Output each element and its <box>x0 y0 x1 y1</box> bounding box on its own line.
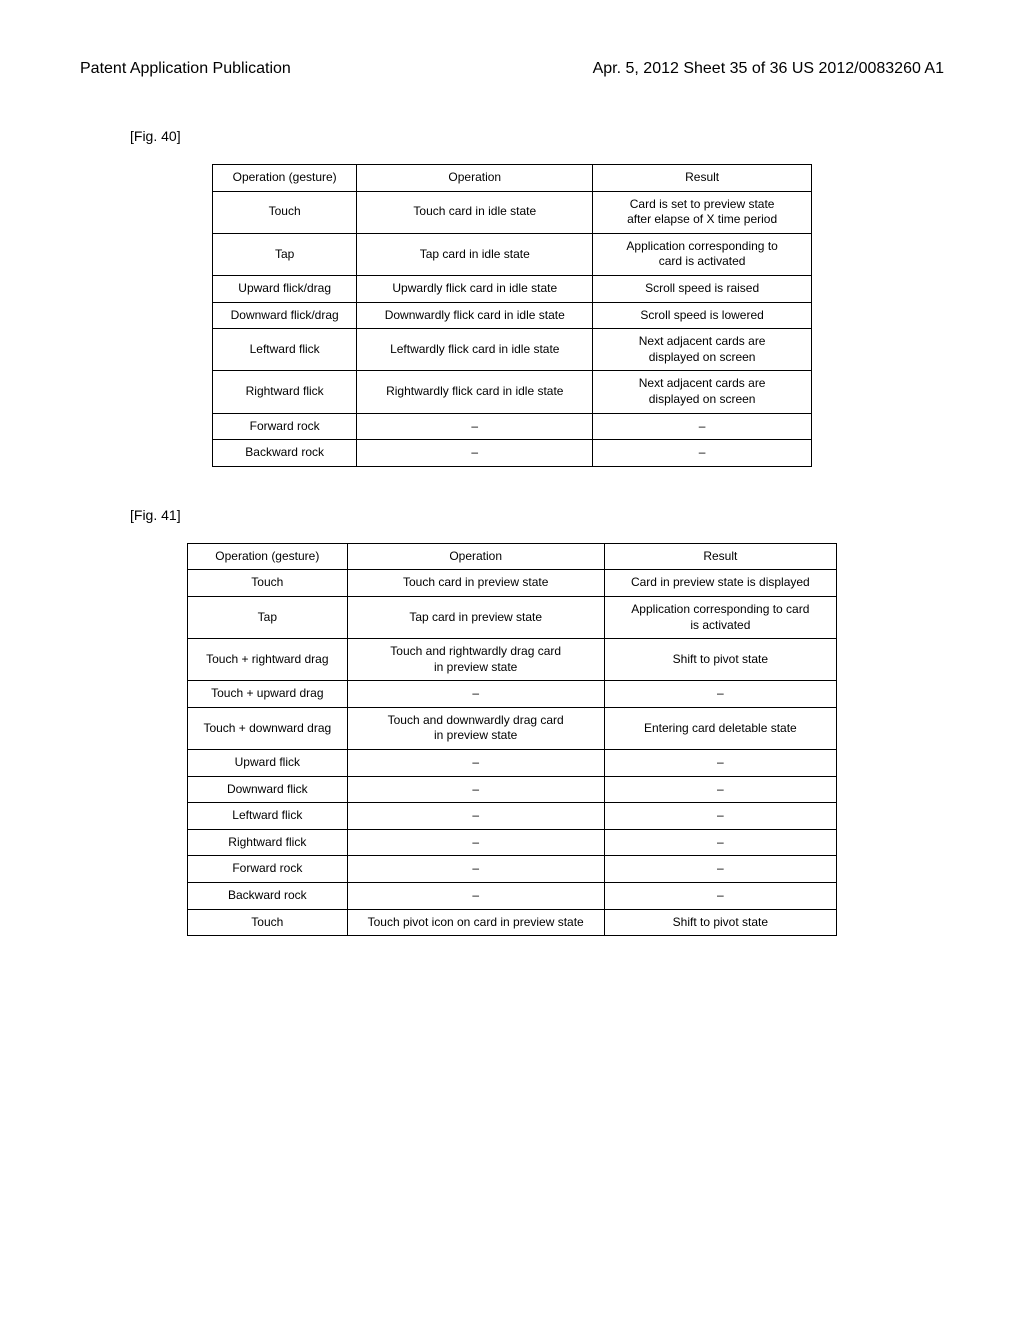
fig40-cell: – <box>357 440 593 467</box>
fig40-cell: Scroll speed is lowered <box>593 302 812 329</box>
fig41-cell: – <box>347 829 604 856</box>
fig41-header-operation: Operation <box>347 543 604 570</box>
fig40-label: [Fig. 40] <box>80 128 944 144</box>
fig41-header-result: Result <box>604 543 836 570</box>
fig41-table: Operation (gesture) Operation Result Tou… <box>187 543 837 937</box>
fig41-cell: Shift to pivot state <box>604 639 836 681</box>
fig40-cell: Upward flick/drag <box>213 275 357 302</box>
fig40-cell: Next adjacent cards aredisplayed on scre… <box>593 329 812 371</box>
fig41-cell: – <box>604 803 836 830</box>
fig40-cell: Backward rock <box>213 440 357 467</box>
fig41-cell: Touch card in preview state <box>347 570 604 597</box>
fig41-cell: Leftward flick <box>188 803 348 830</box>
fig41-cell: – <box>347 883 604 910</box>
fig41-cell: – <box>604 829 836 856</box>
fig41-cell: – <box>604 856 836 883</box>
table-row: TouchTouch card in idle stateCard is set… <box>213 191 812 233</box>
fig41-cell: Tap <box>188 596 348 638</box>
fig41-cell: – <box>604 776 836 803</box>
fig40-cell: Next adjacent cards aredisplayed on scre… <box>593 371 812 413</box>
table-row: Rightward flick–– <box>188 829 837 856</box>
fig41-cell: – <box>604 681 836 708</box>
fig41-cell: Touch and downwardly drag cardin preview… <box>347 707 604 749</box>
fig41-cell: Backward rock <box>188 883 348 910</box>
header-left: Patent Application Publication <box>80 60 291 78</box>
table-row: Leftward flickLeftwardly flick card in i… <box>213 329 812 371</box>
fig40-cell: Card is set to preview stateafter elapse… <box>593 191 812 233</box>
table-row: Backward rock–– <box>213 440 812 467</box>
fig40-cell: Touch <box>213 191 357 233</box>
fig41-cell: Forward rock <box>188 856 348 883</box>
fig41-cell: Rightward flick <box>188 829 348 856</box>
fig40-cell: – <box>593 413 812 440</box>
fig41-cell: Application corresponding to cardis acti… <box>604 596 836 638</box>
fig41-cell: Entering card deletable state <box>604 707 836 749</box>
fig41-label: [Fig. 41] <box>80 507 944 523</box>
table-row: TapTap card in idle stateApplication cor… <box>213 233 812 275</box>
fig41-cell: – <box>347 856 604 883</box>
fig40-cell: Application corresponding tocard is acti… <box>593 233 812 275</box>
fig41-cell: Touch pivot icon on card in preview stat… <box>347 909 604 936</box>
fig41-cell: – <box>347 776 604 803</box>
fig40-cell: Leftwardly flick card in idle state <box>357 329 593 371</box>
table-row: Rightward flickRightwardly flick card in… <box>213 371 812 413</box>
fig40-cell: Downward flick/drag <box>213 302 357 329</box>
fig41-cell: Touch + downward drag <box>188 707 348 749</box>
fig41-cell: Downward flick <box>188 776 348 803</box>
fig40-cell: – <box>357 413 593 440</box>
fig40-cell: Upwardly flick card in idle state <box>357 275 593 302</box>
fig41-cell: Touch <box>188 909 348 936</box>
fig41-cell: Tap card in preview state <box>347 596 604 638</box>
fig40-table: Operation (gesture) Operation Result Tou… <box>212 164 812 467</box>
fig40-cell: Touch card in idle state <box>357 191 593 233</box>
table-row: Upward flick–– <box>188 750 837 777</box>
fig41-cell: Card in preview state is displayed <box>604 570 836 597</box>
page-header: Patent Application Publication Apr. 5, 2… <box>80 40 944 88</box>
table-row: Touch + rightward dragTouch and rightwar… <box>188 639 837 681</box>
table-row: Touch + downward dragTouch and downwardl… <box>188 707 837 749</box>
fig40-cell: – <box>593 440 812 467</box>
fig40-cell: Tap card in idle state <box>357 233 593 275</box>
table-row: Upward flick/dragUpwardly flick card in … <box>213 275 812 302</box>
fig40-header-gesture: Operation (gesture) <box>213 165 357 192</box>
fig41-cell: – <box>347 681 604 708</box>
fig41-cell: Touch <box>188 570 348 597</box>
fig41-cell: – <box>347 750 604 777</box>
table-row: Forward rock–– <box>213 413 812 440</box>
table-row: TouchTouch card in preview stateCard in … <box>188 570 837 597</box>
fig40-cell: Scroll speed is raised <box>593 275 812 302</box>
fig41-header-gesture: Operation (gesture) <box>188 543 348 570</box>
fig40-cell: Tap <box>213 233 357 275</box>
fig41-cell: Touch + rightward drag <box>188 639 348 681</box>
fig40-header-operation: Operation <box>357 165 593 192</box>
table-row: TouchTouch pivot icon on card in preview… <box>188 909 837 936</box>
table-row: Downward flick/dragDownwardly flick card… <box>213 302 812 329</box>
fig40-cell: Rightward flick <box>213 371 357 413</box>
header-right: Apr. 5, 2012 Sheet 35 of 36 US 2012/0083… <box>593 60 944 78</box>
table-row: Backward rock–– <box>188 883 837 910</box>
fig40-cell: Downwardly flick card in idle state <box>357 302 593 329</box>
fig41-cell: – <box>347 803 604 830</box>
fig40-cell: Rightwardly flick card in idle state <box>357 371 593 413</box>
table-row: Touch + upward drag–– <box>188 681 837 708</box>
page-container: Patent Application Publication Apr. 5, 2… <box>0 0 1024 1016</box>
fig41-cell: Touch + upward drag <box>188 681 348 708</box>
fig41-cell: Touch and rightwardly drag cardin previe… <box>347 639 604 681</box>
table-row: Leftward flick–– <box>188 803 837 830</box>
fig40-cell: Forward rock <box>213 413 357 440</box>
fig40-header-result: Result <box>593 165 812 192</box>
fig40-cell: Leftward flick <box>213 329 357 371</box>
table-row: Forward rock–– <box>188 856 837 883</box>
table-row: TapTap card in preview stateApplication … <box>188 596 837 638</box>
table-row: Downward flick–– <box>188 776 837 803</box>
fig41-cell: Upward flick <box>188 750 348 777</box>
fig41-cell: Shift to pivot state <box>604 909 836 936</box>
fig41-cell: – <box>604 883 836 910</box>
fig41-cell: – <box>604 750 836 777</box>
